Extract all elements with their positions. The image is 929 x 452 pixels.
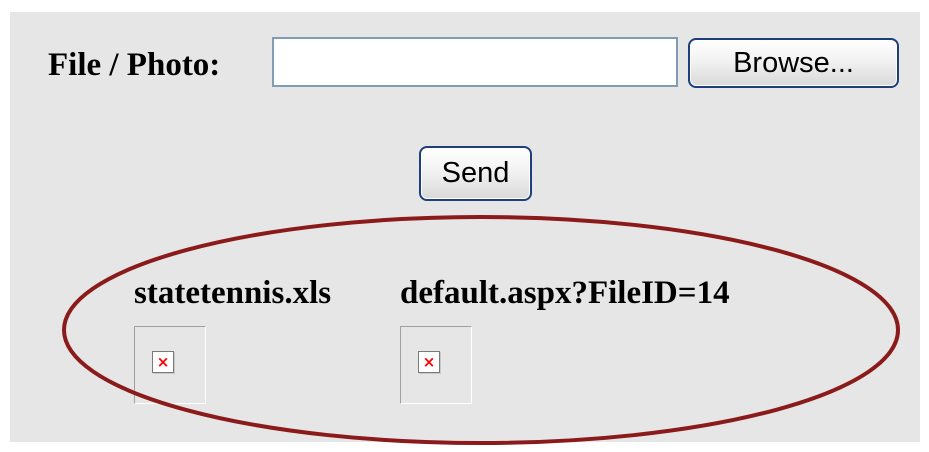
attachment-name-1: statetennis.xls (134, 275, 332, 311)
broken-image-icon: × (152, 351, 174, 373)
browse-button[interactable]: Browse... (688, 38, 899, 88)
send-button[interactable]: Send (419, 146, 532, 201)
file-path-input[interactable] (272, 37, 678, 87)
attachment-image-2: × (400, 326, 472, 404)
attachment-name-2: default.aspx?FileID=14 (400, 275, 730, 311)
file-photo-label: File / Photo: (48, 47, 221, 83)
attachment-image-1: × (134, 326, 206, 404)
broken-image-icon: × (418, 351, 440, 373)
